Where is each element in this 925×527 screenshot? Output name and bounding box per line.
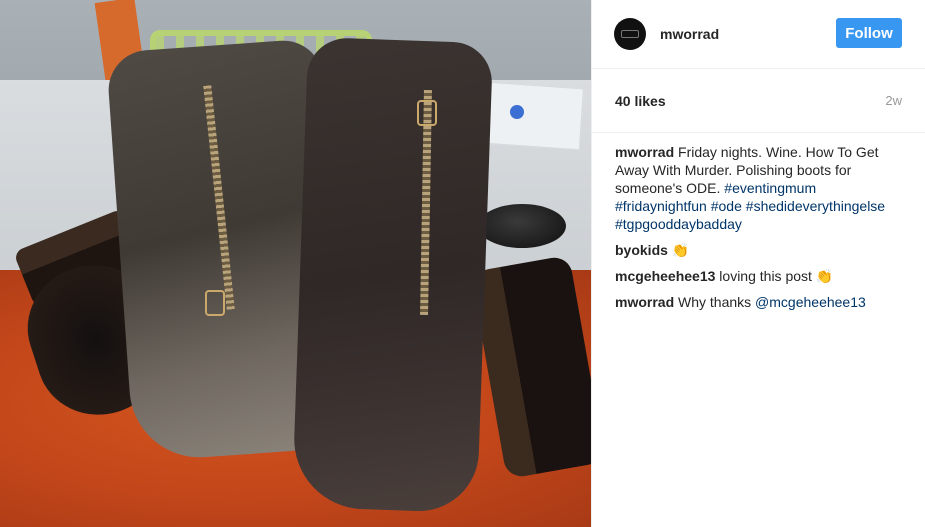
clapping-hands-icon: 👏	[815, 268, 834, 284]
profile-avatar[interactable]	[614, 18, 646, 50]
hashtag[interactable]: #shedideverythingelse	[746, 198, 885, 214]
photo-zip-pull-left	[205, 290, 225, 316]
username-link[interactable]: mworrad	[660, 26, 719, 42]
comment-item: mcgeheehee13 loving this post 👏	[615, 267, 902, 285]
photo-paper	[482, 81, 585, 151]
follow-button[interactable]: Follow	[836, 18, 902, 48]
photo-paper-dot	[510, 105, 524, 119]
avatar-logo-icon	[621, 30, 639, 38]
hashtag[interactable]: #fridaynightfun	[615, 198, 707, 214]
hashtag[interactable]: #eventingmum	[724, 180, 816, 196]
comment-text: loving this post	[719, 268, 812, 284]
photo-polish-tin	[478, 204, 566, 248]
comment-author[interactable]: mworrad	[615, 294, 674, 310]
post-photo[interactable]	[0, 0, 591, 527]
post-sidebar: mworrad Follow 40 likes 2w mworrad Frida…	[591, 0, 925, 527]
comment-item: byokids 👏	[615, 241, 902, 259]
hashtag[interactable]: #tgpgooddaybadday	[615, 216, 742, 232]
caption-author[interactable]: mworrad	[615, 144, 674, 160]
post-header: mworrad Follow	[592, 0, 925, 69]
comment-author[interactable]: mcgeheehee13	[615, 268, 715, 284]
post-age[interactable]: 2w	[885, 93, 902, 108]
photo-zip-pull-right	[417, 100, 437, 126]
clapping-hands-icon: 👏	[671, 242, 690, 258]
likes-count[interactable]: 40 likes	[615, 93, 666, 109]
comment-author[interactable]: byokids	[615, 242, 668, 258]
comments-list: mworrad Friday nights. Wine. How To Get …	[592, 133, 925, 311]
comment-item: mworrad Why thanks @mcgeheehee13	[615, 293, 902, 311]
comment-text: Why thanks	[678, 294, 752, 310]
caption: mworrad Friday nights. Wine. How To Get …	[615, 143, 902, 233]
hashtag[interactable]: #ode	[711, 198, 742, 214]
post-meta: 40 likes 2w	[592, 69, 925, 133]
mention-link[interactable]: @mcgeheehee13	[755, 294, 866, 310]
photo-boot-right	[291, 36, 494, 514]
instagram-post: mworrad Follow 40 likes 2w mworrad Frida…	[0, 0, 925, 527]
